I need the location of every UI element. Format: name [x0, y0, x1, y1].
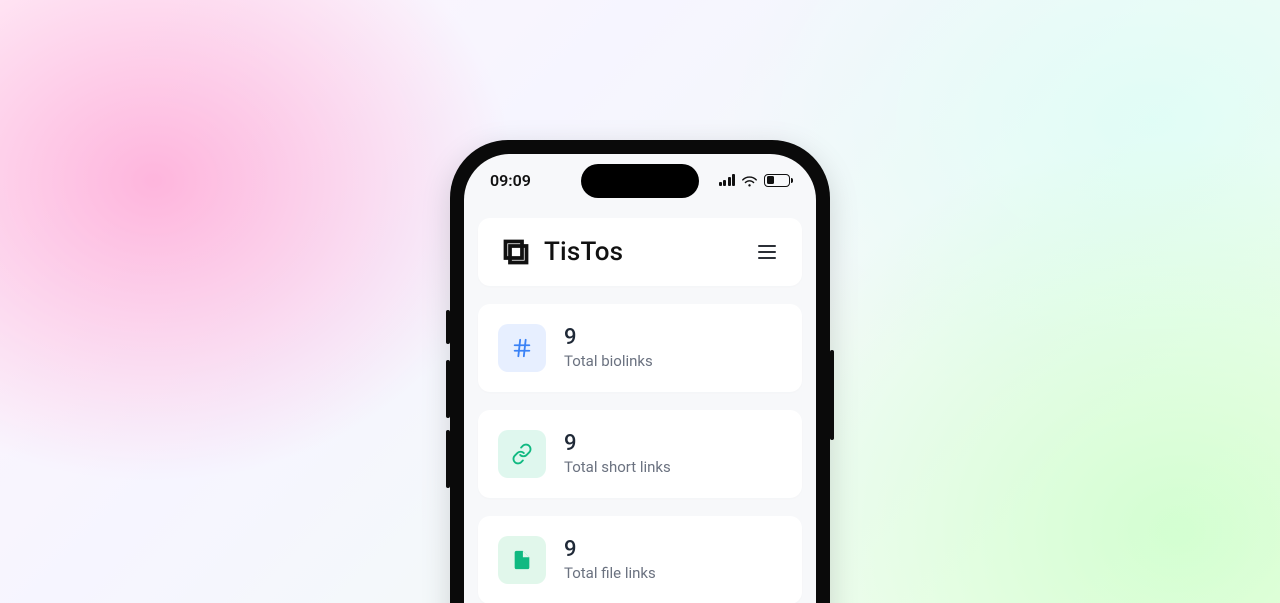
cellular-signal-icon — [719, 174, 736, 186]
status-indicators — [719, 174, 791, 187]
phone-side-button — [446, 310, 450, 344]
stat-label: Total biolinks — [564, 352, 653, 370]
stat-card-shortlinks[interactable]: 9 Total short links — [478, 410, 802, 498]
app-header: TisTos — [478, 218, 802, 286]
stat-card-biolinks[interactable]: 9 Total biolinks — [478, 304, 802, 392]
link-icon — [498, 430, 546, 478]
hamburger-menu-icon[interactable] — [752, 239, 782, 265]
stat-text: 9 Total biolinks — [564, 326, 653, 370]
logo-icon — [498, 234, 534, 270]
page-background: 09:09 — [0, 0, 1280, 603]
status-time: 09:09 — [490, 171, 531, 190]
stat-label: Total short links — [564, 458, 671, 476]
brand-name: TisTos — [544, 237, 623, 267]
stat-label: Total file links — [564, 564, 656, 582]
battery-icon — [764, 174, 790, 187]
stat-value: 9 — [564, 326, 653, 350]
hash-icon — [498, 324, 546, 372]
stat-value: 9 — [564, 432, 671, 456]
phone-side-button — [830, 350, 834, 440]
phone-screen: 09:09 — [464, 154, 816, 603]
stat-text: 9 Total short links — [564, 432, 671, 476]
wifi-icon — [741, 174, 758, 187]
phone-side-button — [446, 360, 450, 418]
phone-side-button — [446, 430, 450, 488]
phone-frame: 09:09 — [450, 140, 830, 603]
dynamic-island — [581, 164, 699, 198]
app-content: TisTos — [464, 202, 816, 603]
file-icon — [498, 536, 546, 584]
phone-mockup: 09:09 — [450, 140, 830, 603]
stat-card-filelinks[interactable]: 9 Total file links — [478, 516, 802, 603]
stat-text: 9 Total file links — [564, 538, 656, 582]
stat-value: 9 — [564, 538, 656, 562]
brand: TisTos — [498, 234, 623, 270]
